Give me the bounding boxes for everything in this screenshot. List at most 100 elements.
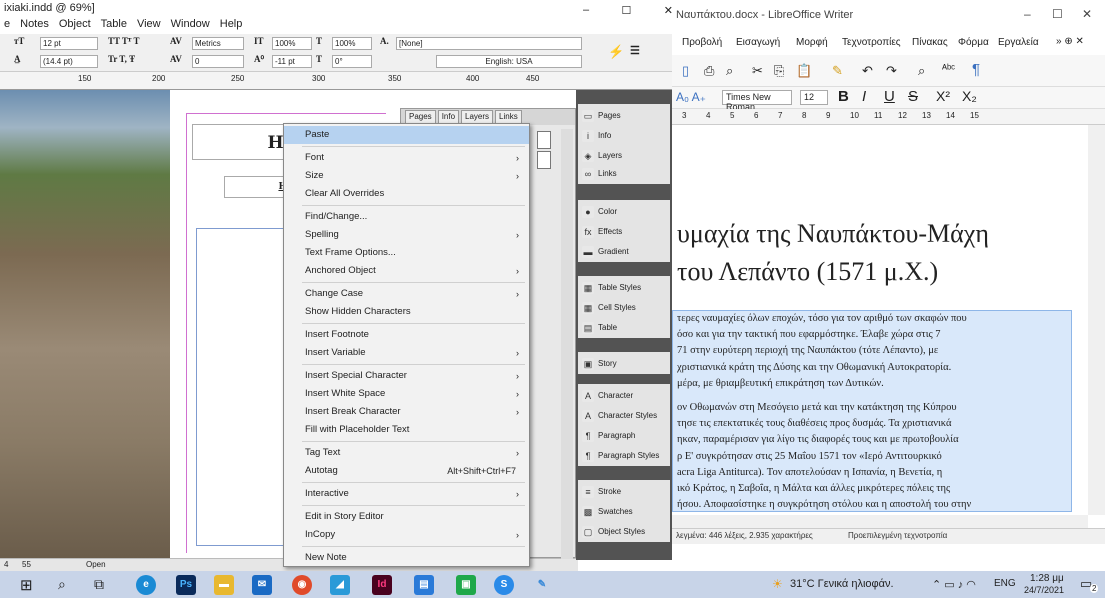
menu-table[interactable]: Πίνακας [912,37,948,48]
lightning-icon[interactable]: ⚡ [608,44,624,60]
skew-field[interactable]: 0° [332,55,372,68]
superscript-icon[interactable]: X² [936,88,950,104]
menu-item[interactable]: e [4,18,10,32]
menu-object[interactable]: Object [59,18,91,32]
dock-story[interactable]: ▣ Story [578,354,670,373]
page-number-field[interactable]: 4 [4,560,8,569]
green-app-icon[interactable]: ▣ [456,575,476,595]
context-menu-item-insert-special-character[interactable]: Insert Special Character › [284,367,529,385]
leading-field[interactable]: (14.4 pt) [40,55,98,68]
tab-info[interactable]: Info [437,110,460,124]
paragraph-2[interactable]: ον Οθωμανών στη Μεσόγειο μετά και την κα… [677,400,1072,513]
horizontal-scrollbar[interactable] [672,515,1088,528]
menu-table[interactable]: Table [101,18,127,32]
photoshop-icon[interactable]: Ps [176,575,196,595]
globe-icon[interactable]: » ⊕ ✕ [1056,36,1084,47]
context-menu-item-incopy[interactable]: InCopy › [284,526,529,544]
cut-icon[interactable]: ✂ [752,63,763,79]
menu-view[interactable]: View [137,18,161,32]
page-thumbnail[interactable] [537,131,551,149]
context-menu-item-text-frame-options[interactable]: Text Frame Options... [284,244,529,262]
dock-swatches[interactable]: ▩ Swatches [578,502,670,521]
context-menu-item-autotag[interactable]: Autotag Alt+Shift+Ctrl+F7 [284,462,529,480]
tab-pages[interactable]: Pages [405,110,436,124]
context-menu-item-change-case[interactable]: Change Case › [284,285,529,303]
dock-info[interactable]: i Info [578,126,670,145]
spelling-icon[interactable]: ᴬᵇᶜ [942,63,955,75]
style-icon[interactable]: A₀ A₊ [676,90,706,104]
dock-pages[interactable]: ▭ Pages [578,106,670,125]
context-menu-item-size[interactable]: Size › [284,167,529,185]
context-menu-item-font[interactable]: Font › [284,149,529,167]
tab-links[interactable]: Links [495,110,522,124]
context-menu-item-insert-white-space[interactable]: Insert White Space › [284,385,529,403]
menu-notes[interactable]: Notes [20,18,49,32]
dock-paragraph[interactable]: ¶ Paragraph [578,426,670,445]
strikethrough-icon[interactable]: S [908,88,918,105]
windows-start-icon[interactable]: ⊞ [20,576,33,594]
underline-icon[interactable]: U [884,88,895,105]
page-thumbnail[interactable] [537,151,551,169]
clock-date[interactable]: 24/7/2021 [1024,585,1064,595]
dock-character[interactable]: A Character [578,386,670,405]
edge-icon[interactable]: e [136,575,156,595]
maximize-button[interactable]: ☐ [1052,7,1063,21]
context-menu-item-new-note[interactable]: New Note [284,549,529,567]
minimize-button[interactable]: – [1024,7,1031,21]
new-document-icon[interactable]: ▯ [682,63,689,79]
vertical-scale-field[interactable]: 100% [272,37,312,50]
dock-paragraph-styles[interactable]: ¶ Paragraph Styles [578,446,670,465]
search-icon[interactable]: ⌕ [58,576,66,593]
pen-tool-icon[interactable]: ✎ [532,575,552,595]
menu-help[interactable]: Help [220,18,243,32]
context-menu-item-show-hidden-characters[interactable]: Show Hidden Characters [284,303,529,321]
context-menu-item-insert-break-character[interactable]: Insert Break Character › [284,403,529,421]
italic-icon[interactable]: I [862,88,866,105]
character-style-select[interactable]: [None] [396,37,582,50]
context-menu-item-interactive[interactable]: Interactive › [284,485,529,503]
language-select[interactable]: English: USA [436,55,582,68]
dock-object-styles[interactable]: ▢ Object Styles [578,522,670,541]
undo-icon[interactable]: ↶ [862,63,873,79]
clone-formatting-icon[interactable]: ✎ [832,63,843,79]
redo-icon[interactable]: ↷ [886,63,897,79]
dock-color[interactable]: ● Color [578,202,670,221]
weather-icon[interactable]: ☀ [772,577,783,591]
page-style[interactable]: Προεπιλεγμένη τεχνοτροπία [848,531,947,540]
pages-scrollbar[interactable] [561,129,573,559]
open-label[interactable]: Open [86,560,106,569]
edit-icon[interactable]: ◢ [330,575,350,595]
close-button[interactable]: ✕ [1082,7,1092,21]
dock-links[interactable]: ∞ Links [578,164,670,183]
language-indicator[interactable]: ENG [994,578,1016,589]
task-view-icon[interactable]: ⧉ [94,576,104,593]
indesign-icon[interactable]: Id [372,575,392,595]
dock-gradient[interactable]: ▬ Gradient [578,242,670,261]
copy-icon[interactable]: ⎘ [774,63,784,79]
body-text-frame[interactable] [196,228,294,546]
dock-table[interactable]: ▤ Table [578,318,670,337]
dock-effects[interactable]: fx Effects [578,222,670,241]
menu-tools[interactable]: Εργαλεία [998,37,1039,48]
tracking-field[interactable]: 0 [192,55,244,68]
zoom-field[interactable]: 55 [22,560,31,569]
dock-cell-styles[interactable]: ▦ Cell Styles [578,298,670,317]
menu-window[interactable]: Window [171,18,210,32]
horizontal-scale-field[interactable]: 100% [332,37,372,50]
baseline-field[interactable]: -11 pt [272,55,312,68]
font-size-select[interactable]: 12 [800,90,828,105]
all-caps-icon[interactable]: TT Tᵀ T [108,36,140,46]
context-menu-item-spelling[interactable]: Spelling › [284,226,529,244]
context-menu-item-anchored-object[interactable]: Anchored Object › [284,262,529,280]
menu-insert[interactable]: Εισαγωγή [736,37,780,48]
print-preview-icon[interactable]: ⌕ [726,63,733,79]
dock-layers[interactable]: ◈ Layers [578,146,670,165]
panel-menu-icon[interactable]: ☰ [630,44,640,57]
chrome-icon[interactable]: ◉ [292,575,312,595]
context-menu-item-paste[interactable]: Paste [284,126,529,144]
find-replace-icon[interactable]: ⌕ [918,63,925,79]
menu-view[interactable]: Προβολή [682,37,722,48]
tray-icons[interactable]: ⌃ ▭ ♪ ◠ [932,578,976,591]
print-icon[interactable]: ⎙ [704,63,714,79]
document-heading[interactable]: υμαχία της Ναυπάκτου-Μάχη του Λεπάντο (1… [677,215,1077,291]
